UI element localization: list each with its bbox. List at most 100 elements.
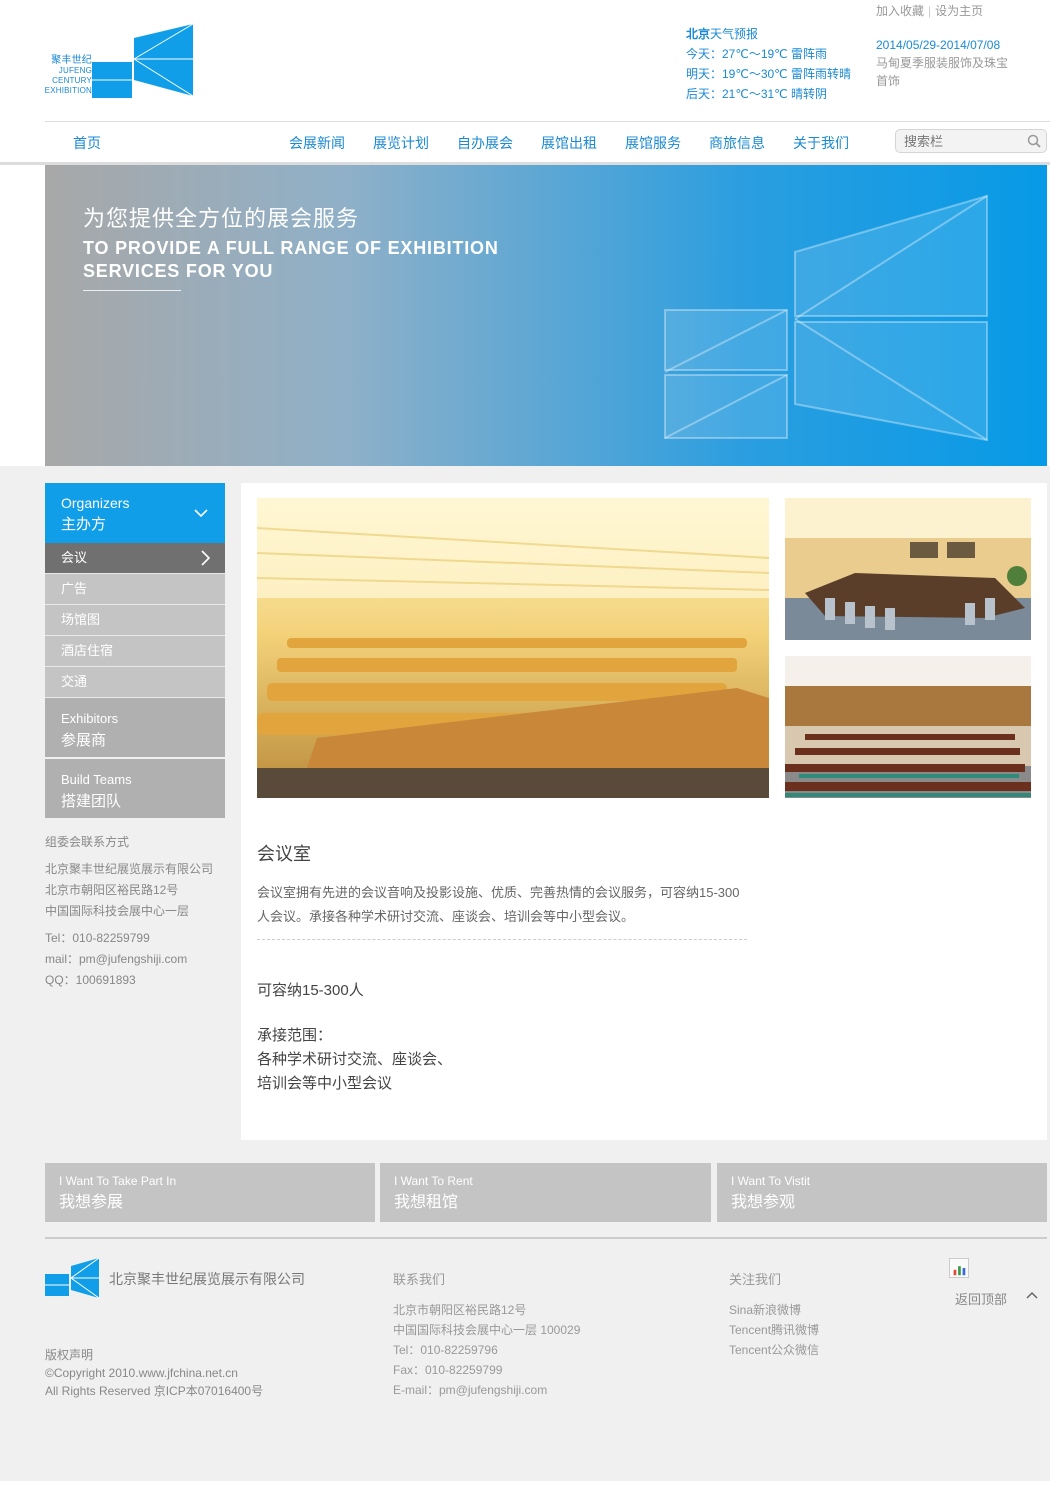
sidebar-organizers-cn: 主办方 — [61, 516, 107, 533]
conference-room-photo-2 — [785, 656, 1031, 798]
sidebar-item-label: 交通 — [61, 674, 88, 689]
cta-en: I Want To Rent — [394, 1174, 473, 1188]
sidebar-organizers-header[interactable]: Organizers 主办方 — [45, 483, 225, 543]
copyright-line-1: ©Copyright 2010.www.jfchina.net.cn — [45, 1366, 238, 1380]
cta-cn: 我想参观 — [731, 1194, 796, 1211]
sidebar-item-venue-map[interactable]: 场馆图 — [45, 605, 225, 636]
sidebar-item-label: 酒店住宿 — [61, 643, 114, 658]
event-description: 马甸夏季服装服饰及珠宝首饰 — [876, 56, 1009, 88]
banner-title-cn: 为您提供全方位的展会服务 — [83, 206, 360, 231]
footer-fax: Fax：010-82259799 — [393, 1363, 503, 1377]
banner-title-en: TO PROVIDE A FULL RANGE OF EXHIBITION SE… — [83, 238, 499, 281]
exhibit-cta-button[interactable]: I Want To Take Part In 我想参展 — [45, 1163, 375, 1222]
contact-mail[interactable]: mail：pm@jufengshiji.com — [45, 949, 225, 970]
copyright-line-2: All Rights Reserved 京ICP本07016400号 — [45, 1384, 264, 1398]
sidebar-exhibitors[interactable]: Exhibitors 参展商 — [45, 698, 225, 757]
nav-menu: 会展新闻 展览计划 自办展会 展馆出租 展馆服务 商旅信息 关于我们 — [289, 133, 877, 153]
stats-counter-icon[interactable] — [949, 1258, 969, 1278]
search-icon[interactable] — [1026, 133, 1042, 149]
back-to-top-link[interactable]: 返回顶部 — [955, 1289, 1007, 1308]
sidebar-item-advertising[interactable]: 广告 — [45, 574, 225, 605]
search-input[interactable] — [904, 133, 1022, 149]
main-content: 会议室 会议室拥有先进的会议音响及投影设施、优质、完善热情的会议服务，可容纳15… — [241, 483, 1047, 1140]
footer-tel: Tel：010-82259796 — [393, 1343, 498, 1357]
sidebar-menu: 会议 广告 场馆图 酒店住宿 交通 — [45, 543, 225, 698]
footer-copyright: 版权声明 ©Copyright 2010.www.jfchina.net.cn … — [45, 1346, 263, 1400]
chevron-right-icon — [201, 550, 211, 566]
content-scope: 承接范围： 各种学术研讨交流、座谈会、 培训会等中小型会议 — [257, 1024, 452, 1096]
copyright-title: 版权声明 — [45, 1348, 94, 1362]
nav-item-own-exhibitions[interactable]: 自办展会 — [457, 133, 513, 153]
footer-contact-title: 联系我们 — [393, 1272, 446, 1287]
sidebar-item-transport[interactable]: 交通 — [45, 667, 225, 698]
footer-divider — [45, 1237, 1047, 1239]
contact-qq: QQ：100691893 — [45, 973, 136, 987]
footer-follow-title: 关注我们 — [729, 1272, 782, 1287]
search-box — [895, 129, 1047, 153]
cta-cn: 我想租馆 — [394, 1194, 459, 1211]
featured-event[interactable]: 2014/05/29-2014/07/08 马甸夏季服装服饰及珠宝首饰 — [876, 36, 1011, 90]
scope-line-1: 各种学术研讨交流、座谈会、 — [257, 1051, 453, 1068]
content-capacity: 可容纳15-300人 — [257, 982, 364, 999]
rent-cta-button[interactable]: I Want To Rent 我想租馆 — [380, 1163, 711, 1222]
footer-address-1: 北京市朝阳区裕民路12号 — [393, 1303, 527, 1317]
scope-line-2: 培训会等中小型会议 — [257, 1075, 393, 1092]
contact-address-1: 北京市朝阳区裕民路12号 — [45, 883, 179, 897]
content-divider — [257, 939, 747, 940]
follow-tencent-weibo-link[interactable]: Tencent腾讯微博 — [729, 1320, 819, 1340]
add-favorite-link[interactable]: 加入收藏 — [876, 4, 924, 18]
sidebar-item-label: 广告 — [61, 581, 88, 596]
sidebar-item-hotel[interactable]: 酒店住宿 — [45, 636, 225, 667]
footer-contact: 联系我们 北京市朝阳区裕民路12号 中国国际科技会展中心一层 100029 Te… — [393, 1270, 580, 1400]
nav-item-travel-info[interactable]: 商旅信息 — [709, 133, 765, 153]
footer-company: 北京聚丰世纪展览展示有限公司 — [109, 1271, 305, 1287]
cta-en: I Want To Take Part In — [59, 1174, 177, 1188]
chevron-up-icon[interactable] — [1025, 1290, 1039, 1300]
top-links-separator: | — [928, 4, 932, 18]
contact-tel: Tel：010-82259799 — [45, 931, 150, 945]
weather-label: 天气预报 — [710, 27, 759, 41]
set-homepage-link[interactable]: 设为主页 — [935, 4, 983, 18]
nav-item-news[interactable]: 会展新闻 — [289, 133, 345, 153]
banner-underline — [83, 290, 181, 291]
weather-today: 今天：27℃～19℃ 雷阵雨 — [686, 47, 827, 61]
cta-en: I Want To Vistit — [731, 1174, 811, 1188]
sidebar-build-teams[interactable]: Build Teams 搭建团队 — [45, 759, 225, 818]
conference-room-photo-1 — [785, 498, 1031, 640]
sidebar-organizers-en: Organizers — [61, 495, 130, 511]
scope-label: 承接范围： — [257, 1027, 333, 1044]
site-logo[interactable]: 聚丰世纪 JUFENG CENTURY EXHIBITION — [40, 22, 196, 100]
nav-item-about-us[interactable]: 关于我们 — [793, 133, 849, 153]
content-description: 会议室拥有先进的会议音响及投影设施、优质、完善热情的会议服务，可容纳15-300… — [257, 885, 740, 924]
sidebar-item-meeting[interactable]: 会议 — [45, 543, 225, 574]
content-title: 会议室 — [257, 844, 311, 864]
event-date: 2014/05/29-2014/07/08 — [876, 38, 1001, 52]
follow-sina-link[interactable]: Sina新浪微博 — [729, 1300, 819, 1320]
nav-item-exhibition-plan[interactable]: 展览计划 — [373, 133, 429, 153]
auditorium-photo — [257, 498, 769, 798]
follow-wechat-link[interactable]: Tencent公众微信 — [729, 1340, 819, 1360]
nav-home[interactable]: 首页 — [73, 133, 101, 153]
main-nav: 首页 会展新闻 展览计划 自办展会 展馆出租 展馆服务 商旅信息 关于我们 — [45, 121, 1050, 163]
weather-title: 北京天气预报 — [686, 24, 851, 44]
sidebar-build-teams-en: Build Teams — [61, 772, 132, 787]
footer-logo-icon[interactable] — [45, 1258, 101, 1298]
sidebar-build-teams-cn: 搭建团队 — [61, 793, 122, 810]
cta-cn: 我想参展 — [59, 1194, 124, 1211]
organizer-contact: 组委会联系方式 北京聚丰世纪展览展示有限公司 北京市朝阳区裕民路12号 中国国际… — [45, 832, 225, 991]
site-header: 聚丰世纪 JUFENG CENTURY EXHIBITION 北京天气预报 今天… — [0, 0, 1050, 122]
visit-cta-button[interactable]: I Want To Vistit 我想参观 — [717, 1163, 1047, 1222]
weather-day-after: 后天：21℃～31℃ 晴转阴 — [686, 87, 827, 101]
sidebar-exhibitors-en: Exhibitors — [61, 711, 119, 726]
footer-email[interactable]: E-mail：pm@jufengshiji.com — [393, 1380, 580, 1400]
nav-item-venue-rental[interactable]: 展馆出租 — [541, 133, 597, 153]
contact-company: 北京聚丰世纪展览展示有限公司 — [45, 862, 214, 876]
weather-tomorrow: 明天：19℃～30℃ 雷阵雨转晴 — [686, 67, 851, 81]
chevron-down-icon — [194, 509, 208, 518]
sidebar-item-label: 会议 — [61, 550, 88, 565]
weather-widget: 北京天气预报 今天：27℃～19℃ 雷阵雨 明天：19℃～30℃ 雷阵雨转晴 后… — [686, 24, 851, 104]
nav-item-venue-services[interactable]: 展馆服务 — [625, 133, 681, 153]
logo-mark-icon — [92, 23, 194, 98]
top-links: 加入收藏 | 设为主页 — [876, 2, 983, 19]
contact-title: 组委会联系方式 — [45, 835, 130, 849]
